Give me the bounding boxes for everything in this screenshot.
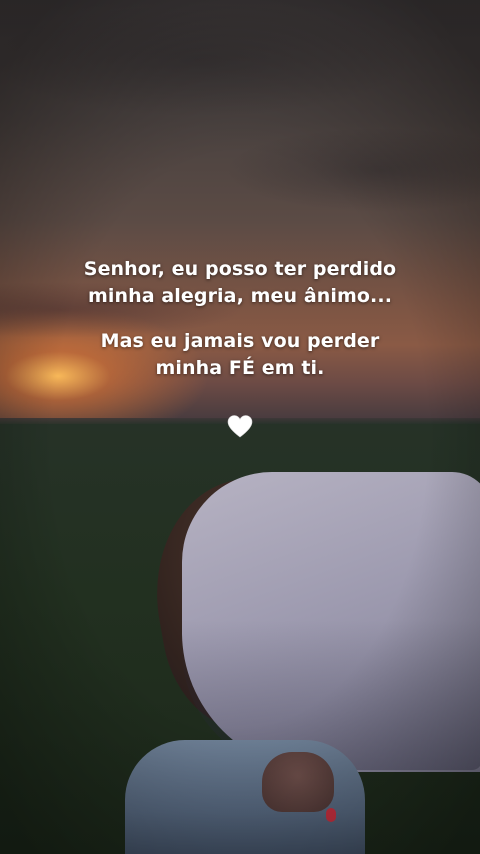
quote-line-1: Senhor, eu posso ter perdido (83, 258, 397, 280)
resting-person (0, 462, 480, 854)
quote-line-2: minha alegria, meu ânimo... (87, 285, 393, 307)
white-heart-icon (227, 415, 253, 438)
background-photo: Senhor, eu posso ter perdido minha alegr… (0, 0, 480, 854)
quote-text: Senhor, eu posso ter perdido minha alegr… (0, 256, 480, 382)
quote-line-4: minha FÉ em ti. (155, 357, 325, 379)
hand (262, 752, 334, 812)
quote-gap (0, 310, 480, 328)
red-nail (326, 808, 336, 822)
quote-line-3: Mas eu jamais vou perder (100, 330, 380, 352)
